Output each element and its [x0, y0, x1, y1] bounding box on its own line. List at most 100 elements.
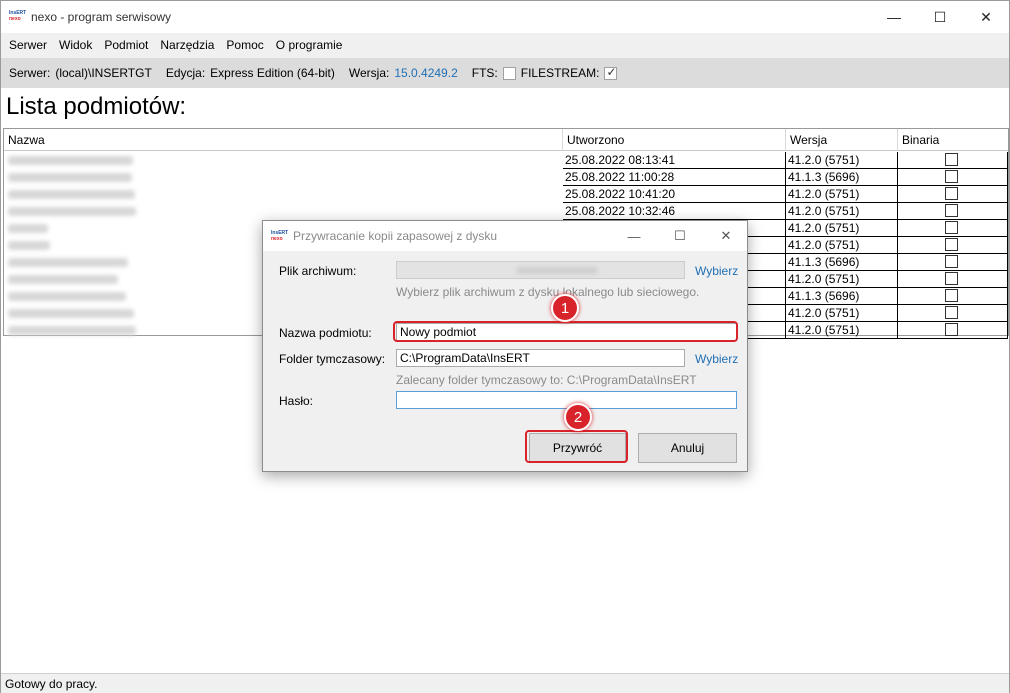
column-header-nazwa[interactable]: Nazwa — [4, 129, 563, 151]
edition-value: Express Edition (64-bit) — [210, 66, 335, 80]
step-badge-1: 1 — [551, 294, 579, 322]
temp-folder-input[interactable] — [396, 349, 685, 367]
redacted-name — [8, 207, 136, 216]
cell-binaria — [898, 322, 1008, 339]
cell-binaria — [898, 169, 1008, 186]
title-bar: InsERT nexo nexo - program serwisowy — ☐… — [1, 1, 1009, 33]
table-row[interactable]: 25.08.2022 10:41:20 41.2.0 (5751) — [4, 186, 1008, 203]
dialog-title: Przywracanie kopii zapasowej z dysku — [293, 229, 498, 243]
cell-binaria — [898, 152, 1008, 169]
cell-wersja: 41.2.0 (5751) — [786, 186, 898, 203]
archive-label: Plik archiwum: — [279, 264, 357, 278]
dialog-logo-icon: InsERT nexo — [271, 230, 289, 242]
cell-binaria — [898, 254, 1008, 271]
binaria-checkbox[interactable] — [945, 238, 958, 251]
binaria-checkbox[interactable] — [945, 306, 958, 319]
cell-binaria — [898, 186, 1008, 203]
server-value: (local)\INSERTGT — [55, 66, 152, 80]
binaria-checkbox[interactable] — [945, 272, 958, 285]
page-title: Lista podmiotów: — [6, 93, 187, 120]
dialog-minimize-icon[interactable]: — — [611, 221, 657, 251]
cell-binaria — [898, 237, 1008, 254]
cell-utworzono: 25.08.2022 08:13:41 — [563, 152, 786, 169]
server-label: Serwer: — [9, 66, 51, 80]
redacted-name — [8, 224, 48, 233]
column-header-utworzono[interactable]: Utworzono — [563, 129, 786, 151]
archive-field — [396, 261, 685, 279]
binaria-checkbox[interactable] — [945, 170, 958, 183]
password-input[interactable] — [396, 391, 737, 409]
column-header-wersja[interactable]: Wersja — [786, 129, 898, 151]
password-label: Hasło: — [279, 394, 314, 408]
cell-wersja: 41.2.0 (5751) — [786, 271, 898, 288]
menu-pomoc[interactable]: Pomoc — [220, 33, 269, 58]
menu-serwer[interactable]: Serwer — [3, 33, 53, 58]
binaria-checkbox[interactable] — [945, 221, 958, 234]
server-info-bar: Serwer: (local)\INSERTGT Edycja: Express… — [1, 58, 1009, 88]
fts-checkbox — [502, 66, 516, 80]
redacted-name — [8, 241, 50, 250]
binaria-checkbox[interactable] — [945, 204, 958, 217]
status-bar: Gotowy do pracy. — [1, 673, 1009, 693]
archive-path-redacted — [517, 267, 597, 274]
cell-binaria — [898, 203, 1008, 220]
table-row[interactable]: 25.08.2022 08:13:41 41.2.0 (5751) — [4, 152, 1008, 169]
redacted-name — [8, 156, 133, 165]
redacted-name — [8, 173, 132, 182]
table-row[interactable]: 25.08.2022 10:32:46 41.2.0 (5751) — [4, 203, 1008, 220]
temp-folder-browse-link[interactable]: Wybierz — [695, 352, 738, 366]
cancel-button[interactable]: Anuluj — [638, 433, 737, 463]
temp-folder-hint: Zalecany folder tymczasowy to: C:\Progra… — [396, 373, 697, 387]
cell-nazwa — [4, 186, 563, 203]
redacted-name — [8, 190, 135, 199]
highlight-entity-name — [393, 321, 738, 342]
column-header-binaria[interactable]: Binaria — [898, 129, 1008, 151]
cell-wersja: 41.2.0 (5751) — [786, 152, 898, 169]
cell-binaria — [898, 305, 1008, 322]
cell-wersja: 41.2.0 (5751) — [786, 220, 898, 237]
archive-hint: Wybierz plik archiwum z dysku lokalnego … — [396, 285, 700, 299]
menu-o-programie[interactable]: O programie — [270, 33, 349, 58]
version-value: 15.0.4249.2 — [394, 66, 458, 80]
cell-binaria — [898, 220, 1008, 237]
cell-nazwa — [4, 203, 563, 220]
cell-binaria — [898, 288, 1008, 305]
cell-nazwa — [4, 169, 563, 186]
redacted-name — [8, 309, 134, 318]
cell-wersja: 41.2.0 (5751) — [786, 305, 898, 322]
cell-wersja: 41.1.3 (5696) — [786, 288, 898, 305]
table-header: Nazwa Utworzono Wersja Binaria — [4, 129, 1008, 151]
menu-narzedzia[interactable]: Narzędzia — [154, 33, 220, 58]
cell-wersja: 41.2.0 (5751) — [786, 237, 898, 254]
cell-wersja: 41.1.3 (5696) — [786, 169, 898, 186]
cell-wersja: 41.1.3 (5696) — [786, 254, 898, 271]
dialog-maximize-icon[interactable]: ☐ — [657, 221, 703, 251]
menu-widok[interactable]: Widok — [53, 33, 98, 58]
app-logo-icon: InsERT nexo — [9, 10, 27, 22]
binaria-checkbox[interactable] — [945, 289, 958, 302]
cell-utworzono: 25.08.2022 10:32:46 — [563, 203, 786, 220]
archive-browse-link[interactable]: Wybierz — [695, 264, 738, 278]
binaria-checkbox[interactable] — [945, 153, 958, 166]
binaria-checkbox[interactable] — [945, 187, 958, 200]
table-row[interactable]: 25.08.2022 11:00:28 41.1.3 (5696) — [4, 169, 1008, 186]
menu-podmiot[interactable]: Podmiot — [98, 33, 154, 58]
fts-label: FTS: — [471, 66, 498, 80]
cell-wersja: 41.2.0 (5751) — [786, 203, 898, 220]
cell-wersja: 41.2.0 (5751) — [786, 322, 898, 339]
minimize-icon[interactable]: — — [871, 1, 917, 33]
restore-backup-dialog: InsERT nexo Przywracanie kopii zapasowej… — [262, 220, 748, 472]
filestream-checkbox — [604, 65, 618, 80]
binaria-checkbox[interactable] — [945, 255, 958, 268]
redacted-name — [8, 292, 126, 301]
redacted-name — [8, 258, 128, 267]
cell-utworzono: 25.08.2022 10:41:20 — [563, 186, 786, 203]
version-label: Wersja: — [348, 66, 390, 80]
step-badge-2: 2 — [564, 403, 592, 431]
binaria-checkbox[interactable] — [945, 323, 958, 336]
entity-name-label: Nazwa podmiotu: — [279, 326, 372, 340]
cell-utworzono: 25.08.2022 11:00:28 — [563, 169, 786, 186]
close-icon[interactable]: ✕ — [963, 1, 1009, 33]
maximize-icon[interactable]: ☐ — [917, 1, 963, 33]
dialog-close-icon[interactable]: ✕ — [703, 221, 749, 251]
